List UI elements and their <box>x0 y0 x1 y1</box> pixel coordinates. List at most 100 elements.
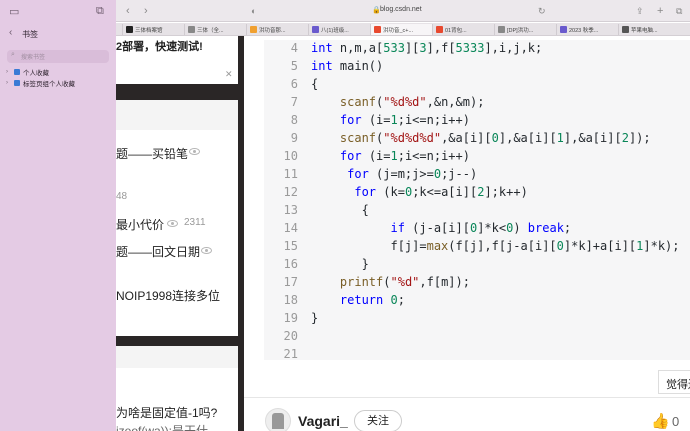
address-bar[interactable]: blog.csdn.net <box>380 6 422 13</box>
code-line: for (j=m;j>=0;j--) <box>347 167 478 181</box>
sidebar-toggle-icon[interactable]: ▭ <box>9 5 19 18</box>
code-line: { <box>311 203 369 217</box>
line-number: 13 <box>283 203 298 217</box>
divider <box>244 397 690 398</box>
tab[interactable]: 三体（全... <box>184 24 246 35</box>
article-sidebar: 2部署，快速测试! ✕ 题——买铅笔 48 最小代价 2311 题——回文日期 … <box>116 36 244 431</box>
tab-favicon-icon <box>374 26 381 33</box>
comment-line: izeof(wa)):是干什 <box>116 424 209 431</box>
star-icon <box>14 69 20 75</box>
tab[interactable]: 01背包... <box>432 24 494 35</box>
tab-label: 三体（全... <box>197 27 224 34</box>
banner-text: 2部署，快速测试! <box>116 41 203 53</box>
related-link[interactable]: 题——回文日期 <box>116 243 200 260</box>
line-number: 19 <box>283 311 298 325</box>
line-number: 6 <box>290 77 298 91</box>
sidebar-item-label: 个人收藏 <box>23 70 49 77</box>
tab-favicon-icon <box>188 26 195 33</box>
line-number: 14 <box>283 221 298 235</box>
code-line: f[j]=max(f[j],f[j-a[i][0]*k]+a[i][1]*k); <box>311 239 680 253</box>
sidebar-item-label: 标签页组个人收藏 <box>23 81 75 88</box>
line-number: 16 <box>283 257 298 271</box>
code-line: } <box>311 311 319 325</box>
follow-button[interactable]: 关注 <box>354 410 402 431</box>
tab-label: 八(1)班级... <box>321 27 349 34</box>
line-number: 9 <box>290 131 298 145</box>
related-link[interactable]: NOIP1998连接多位 <box>116 287 220 304</box>
code-line: scanf("%d%d%d",&a[i][0],&a[i][1],&a[i][2… <box>339 131 651 145</box>
code-line: scanf("%d%d",&n,&m); <box>339 95 485 109</box>
tab[interactable]: 洪功音那... <box>246 24 308 35</box>
tab-bar: 三体档案馆 三体（全... 洪功音那... 八(1)班级... 洪功音_c+..… <box>116 23 690 36</box>
card-header <box>116 346 238 368</box>
ad-banner: 2部署，快速测试! ✕ <box>116 36 238 84</box>
code-line: } <box>311 257 369 271</box>
tab-label: 苹果电脑... <box>631 27 658 34</box>
share-icon[interactable]: ⇪ <box>636 6 644 17</box>
avatar[interactable] <box>265 408 291 431</box>
bookmark-search-input[interactable]: ⌕ 搜索书签 <box>7 50 109 63</box>
comments-card: 为啥是固定值-1吗? izeof(wa)):是干什 <box>116 346 238 431</box>
tab-favicon-icon <box>622 26 629 33</box>
tab-favicon-icon <box>560 26 567 33</box>
tab[interactable]: 苹果电脑... <box>618 24 684 35</box>
tab-favicon-icon <box>312 26 319 33</box>
code-line: { <box>311 77 319 91</box>
code-block <box>264 40 690 360</box>
search-placeholder: 搜索书签 <box>21 55 46 61</box>
line-number: 17 <box>283 275 298 289</box>
line-number: 7 <box>290 95 298 109</box>
card-header <box>116 100 238 130</box>
code-line: if (j-a[i][0]*k<0) break; <box>390 221 572 235</box>
privacy-icon[interactable]: ◐ <box>251 6 256 16</box>
browser-toolbar: ‹ › ◐ 🔒 blog.csdn.net ↻ ⇪ + ⧉ <box>116 0 690 22</box>
folder-icon <box>14 80 20 86</box>
tab-label: 洪功音_c+... <box>383 27 414 34</box>
related-link[interactable]: 最小代价 <box>116 216 164 233</box>
line-number: 20 <box>283 329 298 343</box>
tab[interactable]: 2023 秋季... <box>556 24 618 35</box>
line-number: 12 <box>283 185 298 199</box>
tab[interactable]: 八(1)班级... <box>308 24 370 35</box>
tab[interactable]: [DP]洪功... <box>494 24 556 35</box>
tab-label: 三体档案馆 <box>135 27 163 34</box>
thumbs-up-icon[interactable]: 👍 <box>651 412 670 430</box>
back-icon[interactable]: ‹ <box>126 5 130 17</box>
chevron-right-icon: › <box>6 69 8 75</box>
forward-icon[interactable]: › <box>144 5 148 17</box>
line-number: 4 <box>290 41 298 55</box>
related-link[interactable]: 题——买铅笔 <box>116 145 188 162</box>
view-count: 48 <box>116 191 128 202</box>
tab-active[interactable]: 洪功音_c+... <box>370 24 432 35</box>
eye-icon <box>201 247 212 254</box>
reload-icon[interactable]: ↻ <box>538 6 546 17</box>
view-count: 2311 <box>184 217 206 228</box>
new-tab-icon[interactable]: + <box>657 5 663 17</box>
code-line: int main() <box>311 59 384 73</box>
code-line: for (i=1;i<=n;i++) <box>339 113 470 127</box>
tab-overview-icon[interactable]: ⧉ <box>676 6 682 17</box>
code-line: for (k=0;k<=a[i][2];k++) <box>354 185 528 199</box>
sidebar-toolbar: ▭ ⧉ <box>0 0 116 22</box>
add-tab-group-icon[interactable]: ⧉ <box>96 5 104 18</box>
line-number: 11 <box>283 167 298 181</box>
feedback-tooltip[interactable]: 觉得还 <box>658 370 690 394</box>
like-count: 0 <box>672 414 680 429</box>
tab[interactable]: 三体档案馆 <box>122 24 184 35</box>
close-icon[interactable]: ✕ <box>225 69 233 80</box>
tab-label: 洪功音那... <box>259 27 286 34</box>
code-line: for (i=1;i<=n;i++) <box>339 149 470 163</box>
author-name[interactable]: Vagari_ <box>298 413 348 429</box>
sidebar-item-tabgroup-favorites[interactable]: › 标签页组个人收藏 <box>6 78 75 88</box>
line-number: 21 <box>283 347 298 361</box>
related-articles-card: 题——买铅笔 48 最小代价 2311 题——回文日期 NOIP1998连接多位 <box>116 100 238 336</box>
line-number: 5 <box>290 59 298 73</box>
tab-favicon-icon <box>126 26 133 33</box>
sidebar-item-favorites[interactable]: › 个人收藏 <box>6 67 49 77</box>
bookmarks-sidebar: ▭ ⧉ ‹ 书签 ⌕ 搜索书签 › 个人收藏 › 标签页组个人收藏 <box>0 0 116 431</box>
back-chevron-icon[interactable]: ‹ <box>9 27 12 38</box>
tab-label: [DP]洪功... <box>507 27 534 34</box>
line-number: 18 <box>283 293 298 307</box>
line-number: 15 <box>283 239 298 253</box>
line-number: 8 <box>290 113 298 127</box>
